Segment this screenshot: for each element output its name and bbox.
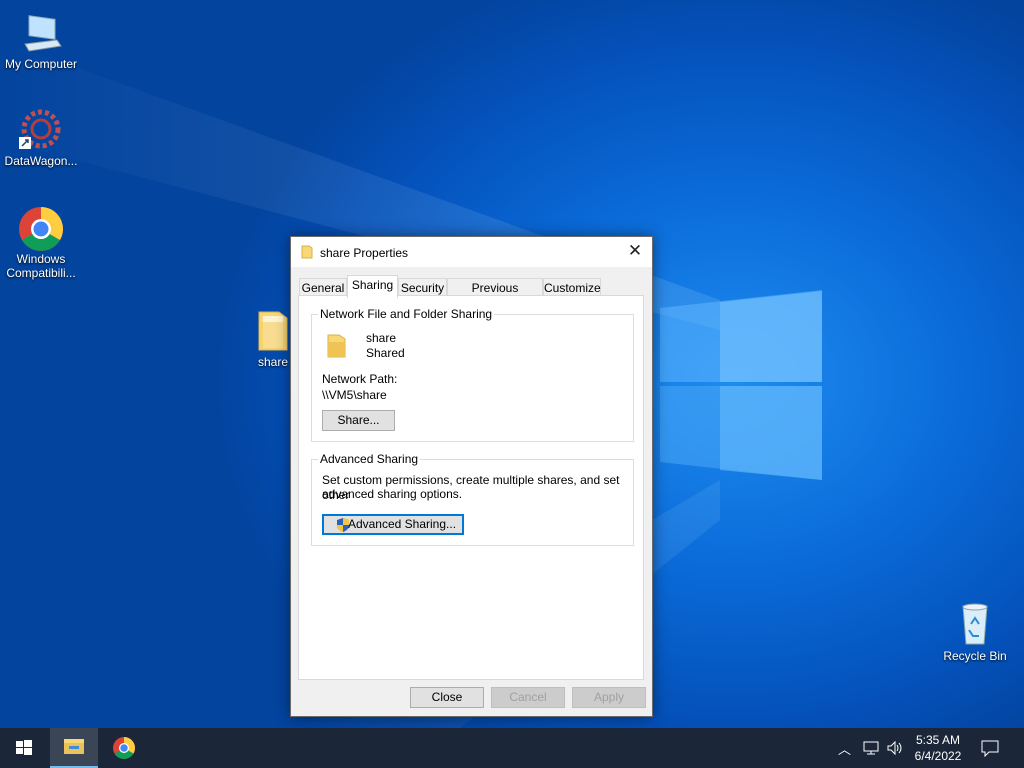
share-properties-dialog: share Properties ✕ General Sharing Secur… (290, 236, 653, 717)
computer-icon (17, 10, 65, 54)
folder-icon (301, 245, 313, 262)
clock[interactable]: 5:35 AM 6/4/2022 (908, 732, 968, 764)
share-button[interactable]: Share... (322, 410, 395, 431)
share-status: Shared (366, 346, 405, 360)
datawagon-gear-icon (17, 107, 65, 151)
clock-date: 6/4/2022 (914, 749, 962, 763)
shared-folder-icon (326, 333, 348, 362)
desktop-icon-label: Windows Compatibili... (6, 252, 76, 280)
desktop-icon-label: Recycle Bin (943, 649, 1007, 663)
apply-button[interactable]: Apply (572, 687, 646, 708)
volume-icon[interactable] (886, 740, 904, 759)
recycle-bin-icon (951, 602, 999, 646)
folder-name: share (366, 331, 397, 345)
network-path-value: \\VM5\share (322, 388, 387, 402)
group-legend: Advanced Sharing (318, 452, 421, 466)
show-hidden-icons-chevron-icon[interactable]: ︿ (838, 739, 851, 758)
taskbar-file-explorer[interactable] (50, 728, 98, 768)
file-explorer-icon (64, 739, 84, 754)
desktop-icon-my-computer[interactable]: My Computer (0, 10, 82, 71)
network-icon[interactable] (862, 740, 880, 759)
desktop-icon-label: DataWagon... (4, 154, 78, 168)
desktop-icon-datawagon[interactable]: DataWagon... (0, 107, 82, 168)
action-center-notification-icon[interactable] (980, 739, 1000, 760)
chrome-icon (17, 205, 65, 251)
sharing-tab-pane: Network File and Folder Sharing share Sh… (298, 295, 644, 680)
cancel-button[interactable]: Cancel (491, 687, 565, 708)
network-sharing-group: Network File and Folder Sharing share Sh… (311, 307, 634, 442)
clock-time: 5:35 AM (915, 733, 961, 747)
network-path-label: Network Path: (322, 372, 398, 386)
close-button[interactable]: Close (410, 687, 484, 708)
uac-shield-icon (336, 517, 350, 538)
start-button[interactable] (0, 728, 48, 768)
title-bar[interactable]: share Properties ✕ (291, 237, 652, 267)
close-icon[interactable]: ✕ (618, 237, 652, 267)
advanced-description-line-2: advanced sharing options. (322, 487, 463, 501)
taskbar: ︿ 5:35 AM 6/4/2022 (0, 728, 1024, 768)
advanced-sharing-label: Advanced Sharing... (347, 517, 457, 531)
desktop-icon-label: My Computer (4, 57, 78, 71)
taskbar-chrome[interactable] (100, 728, 148, 768)
advanced-sharing-button[interactable]: Advanced Sharing... (322, 514, 464, 535)
advanced-sharing-group: Advanced Sharing Set custom permissions,… (311, 452, 634, 546)
desktop-icon-recycle-bin[interactable]: Recycle Bin (934, 602, 1016, 663)
group-legend: Network File and Folder Sharing (318, 307, 495, 321)
dialog-title: share Properties (320, 246, 409, 260)
windows-logo-icon (16, 740, 32, 755)
tab-sharing[interactable]: Sharing (347, 275, 398, 298)
chrome-icon (113, 737, 135, 759)
desktop-icon-windows-compatibility[interactable]: Windows Compatibili... (0, 205, 82, 280)
